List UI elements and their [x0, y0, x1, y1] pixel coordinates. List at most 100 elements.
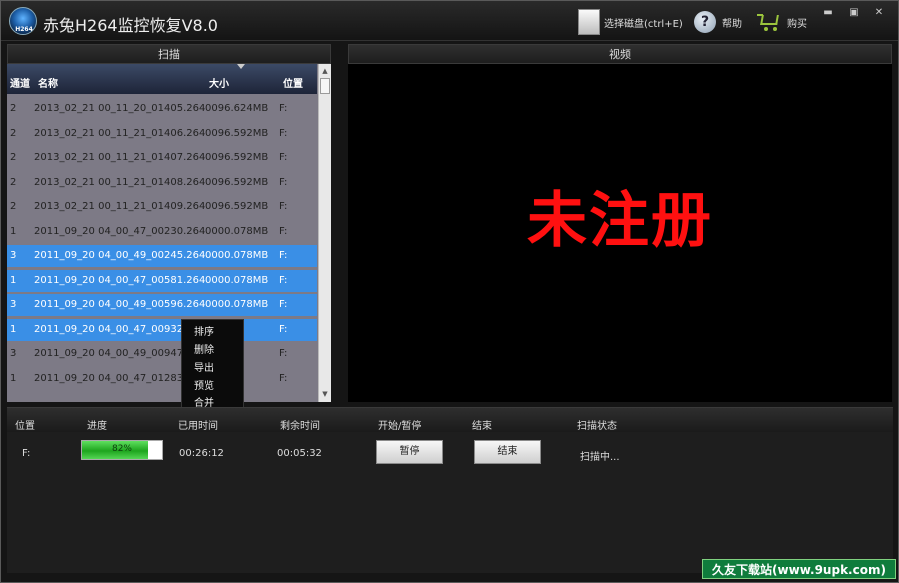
table-row[interactable]: 1 2011_09_20 04_00_47_00230.264 0000.078MB… [7, 221, 317, 243]
cell-name: 2013_02_21 00_11_20_01405.264 [34, 103, 206, 114]
close-button[interactable]: ✕ [872, 7, 886, 19]
cell-channel: 1 [10, 323, 17, 335]
column-size[interactable]: 大小 [209, 75, 229, 90]
cell-size: 0000.078MB [205, 250, 269, 261]
menu-item-export[interactable]: 导出 [194, 359, 214, 374]
cell-position: F: [279, 225, 288, 237]
remaining-time: 00:05:32 [277, 448, 322, 459]
cell-name: 2011_09_20 04_00_49_00245.264 [34, 250, 206, 261]
scroll-thumb[interactable] [320, 78, 330, 94]
table-row[interactable]: 12011_09_20 04_00_47_00932.28MBF: [7, 318, 317, 341]
help-label: 帮助 [722, 18, 742, 30]
scroll-up-icon[interactable]: ▲ [319, 65, 331, 77]
video-preview: 未注册 [348, 64, 892, 402]
column-position[interactable]: 位置 [283, 75, 303, 90]
cell-channel: 1 [10, 274, 17, 286]
video-panel-title: 视频 [348, 44, 892, 64]
table-row[interactable]: 2 2013_02_21 00_11_21_01406.264 0096.592MB… [7, 123, 317, 145]
column-channel[interactable]: 通道 [10, 75, 30, 90]
stop-button[interactable]: 结束 [474, 440, 541, 464]
pause-button[interactable]: 暂停 [376, 440, 443, 464]
scan-panel: 通道 名称 大小 位置 2 2013_02_21 00_11_20_01405.2… [7, 64, 331, 402]
scan-progress-bar: 82% [81, 440, 163, 460]
cell-position: F: [279, 201, 288, 212]
cell-channel: 2 [10, 176, 17, 188]
scan-status: 扫描中... [580, 452, 620, 463]
cell-size: 0000.078MB [205, 274, 269, 286]
task-panel: 位置 进度 已用时间 剩余时间 开始/暂停 结束 扫描状态 F: 82% 00:… [7, 407, 893, 573]
cell-channel: 2 [10, 201, 17, 212]
cell-position: F: [279, 274, 288, 286]
app-logo-text: H264 [15, 26, 33, 33]
header-stop: 结束 [472, 421, 492, 432]
cell-channel: 1 [10, 225, 17, 237]
cell-name: 2011_09_20 04_00_47_01283.2 [34, 372, 193, 384]
table-row[interactable]: 2 2013_02_21 00_11_21_01409.264 0096.592MB… [7, 196, 317, 218]
minimize-button[interactable]: ▬ [821, 7, 835, 19]
site-watermark: 久友下载站(www.9upk.com) [702, 559, 896, 579]
app-window: H264 赤兔H264监控恢复V8.0 选择磁盘(ctrl+E) ? 帮助 购买… [0, 0, 899, 583]
cell-size: 0000.078MB [205, 299, 269, 310]
context-menu: 排序 删除 导出 预览 合并 [181, 319, 244, 409]
header-scan-status: 扫描状态 [577, 421, 617, 432]
cell-position: F: [279, 372, 288, 384]
table-row[interactable]: 3 2011_09_20 04_00_49_00596.264 0000.078MB… [7, 294, 317, 316]
table-row[interactable]: 3 2011_09_20 04_00_49_00245.264 0000.078MB… [7, 245, 317, 267]
scroll-down-icon[interactable]: ▼ [319, 388, 331, 400]
cell-position: F: [279, 176, 288, 188]
table-row[interactable]: 12011_09_20 04_00_47_01283.28MBF: [7, 368, 317, 390]
header-progress: 进度 [87, 421, 107, 432]
sort-indicator-icon [237, 64, 245, 69]
table-row[interactable]: 1 2011_09_20 04_00_47_00581.264 0000.078MB… [7, 269, 317, 292]
cell-name: 2011_09_20 04_00_47_00932.2 [34, 323, 193, 335]
buy-label: 购买 [787, 18, 807, 30]
cell-channel: 3 [10, 348, 17, 359]
cell-name: 2011_09_20 04_00_49_00947.2 [34, 348, 193, 359]
cell-position: F: [279, 152, 288, 163]
cart-icon [757, 12, 781, 32]
app-logo-icon: H264 [9, 7, 37, 35]
cell-name: 2011_09_20 04_00_47_00581.264 [34, 274, 206, 286]
scan-panel-title: 扫描 [7, 44, 331, 64]
menu-item-sort[interactable]: 排序 [194, 323, 214, 338]
cell-channel: 2 [10, 103, 17, 114]
cell-name: 2011_09_20 04_00_49_00596.264 [34, 299, 206, 310]
app-title: 赤兔H264监控恢复V8.0 [43, 16, 218, 35]
cell-channel: 2 [10, 127, 17, 139]
header-remaining: 剩余时间 [280, 421, 320, 432]
select-disk-label: 选择磁盘(ctrl+E) [604, 18, 683, 30]
cell-size: 0096.592MB [205, 127, 269, 139]
cell-size: 0096.592MB [205, 176, 269, 188]
cell-size: 0096.592MB [205, 152, 269, 163]
task-position: F: [22, 448, 31, 459]
table-row[interactable]: 2 2013_02_21 00_11_21_01408.264 0096.592MB… [7, 172, 317, 194]
cell-name: 2013_02_21 00_11_21_01407.264 [34, 152, 206, 163]
maximize-button[interactable]: ▣ [847, 7, 861, 19]
table-row[interactable]: 2 2013_02_21 00_11_21_01407.264 0096.592MB… [7, 147, 317, 169]
table-row[interactable]: 2 2013_02_21 00_11_20_01405.264 0096.624MB… [7, 98, 317, 120]
file-list-scrollbar[interactable]: ▲ ▼ [318, 64, 331, 402]
disk-icon [578, 9, 600, 35]
menu-item-preview[interactable]: 预览 [194, 377, 214, 392]
table-row[interactable]: 32011_09_20 04_00_49_00947.28MBF: [7, 343, 317, 365]
cell-channel: 3 [10, 299, 17, 310]
title-bar: H264 赤兔H264监控恢复V8.0 选择磁盘(ctrl+E) ? 帮助 购买… [1, 1, 898, 41]
select-disk-button[interactable]: 选择磁盘(ctrl+E) [578, 9, 683, 35]
header-elapsed: 已用时间 [178, 421, 218, 432]
column-name[interactable]: 名称 [38, 75, 58, 90]
unregistered-overlay: 未注册 [527, 186, 713, 256]
cell-name: 2013_02_21 00_11_21_01409.264 [34, 201, 206, 212]
help-button[interactable]: ? 帮助 [694, 9, 742, 35]
cell-name: 2011_09_20 04_00_47_00230.264 [34, 225, 206, 237]
menu-item-delete[interactable]: 删除 [194, 341, 214, 356]
cell-channel: 2 [10, 152, 17, 163]
cell-size: 0096.624MB [205, 103, 269, 114]
cell-channel: 1 [10, 372, 17, 384]
help-icon: ? [694, 11, 716, 33]
cell-position: F: [279, 250, 288, 261]
cell-position: F: [279, 348, 288, 359]
task-header: 位置 进度 已用时间 剩余时间 开始/暂停 结束 扫描状态 [7, 408, 893, 432]
cell-position: F: [279, 103, 288, 114]
buy-button[interactable]: 购买 [757, 9, 807, 35]
cell-size: 0096.592MB [205, 201, 269, 212]
